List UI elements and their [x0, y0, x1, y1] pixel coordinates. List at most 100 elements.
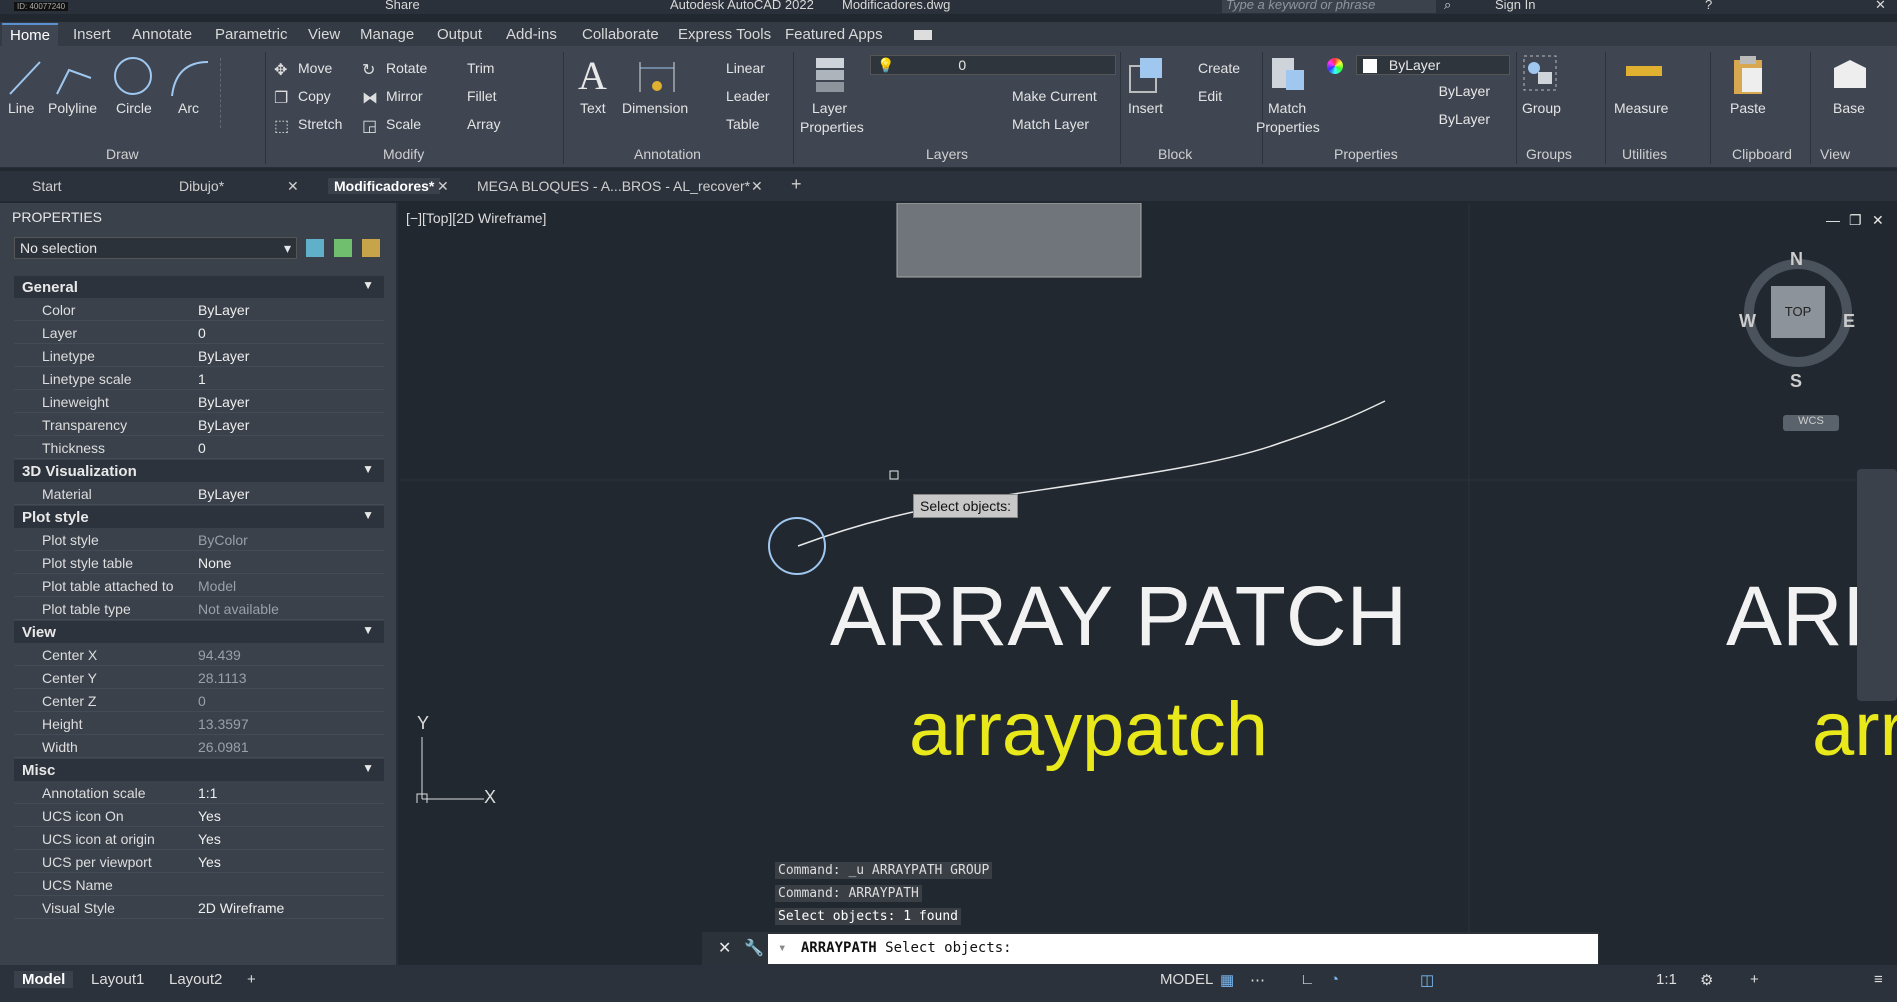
tab-output[interactable]: Output: [437, 26, 482, 43]
match-properties-icon[interactable]: [1268, 54, 1308, 94]
property-value[interactable]: 0: [198, 440, 206, 456]
customize-wrench-icon[interactable]: 🔧: [744, 938, 764, 958]
property-value[interactable]: ByLayer: [198, 486, 249, 502]
property-row[interactable]: Layer 0: [14, 322, 384, 344]
tab-manage[interactable]: Manage: [360, 26, 414, 43]
compass-north[interactable]: N: [1790, 249, 1803, 270]
property-value[interactable]: Not available: [198, 601, 279, 617]
make-current-button[interactable]: Make Current: [1012, 88, 1097, 104]
edit-block-button[interactable]: Edit: [1198, 88, 1222, 104]
gear-icon[interactable]: ⚙: [1700, 971, 1713, 989]
arc-button[interactable]: Arc: [178, 100, 199, 116]
mirror-button[interactable]: Mirror: [386, 88, 423, 104]
annotation-scale-label[interactable]: 1:1: [1656, 971, 1677, 988]
selection-dropdown[interactable]: No selection ▾: [14, 237, 297, 259]
property-row[interactable]: Plot table type Not available: [14, 598, 384, 620]
close-viewport-icon[interactable]: ✕: [1872, 212, 1884, 229]
property-row[interactable]: Center X 94.439: [14, 644, 384, 666]
sign-in-button[interactable]: Sign In: [1495, 0, 1535, 12]
layout-tab-model[interactable]: Model: [14, 971, 74, 988]
property-value[interactable]: 26.0981: [198, 739, 249, 755]
snap-icon[interactable]: ⋯: [1250, 971, 1265, 989]
tab-home[interactable]: Home: [2, 23, 59, 46]
osnap-icon[interactable]: ◫: [1420, 971, 1434, 989]
polar-icon[interactable]: ◔: [1330, 971, 1339, 988]
close-tab-icon[interactable]: ✕: [751, 178, 763, 195]
drawing-canvas[interactable]: ARRAY PATCH arraypatch ARR arr Select ob…: [400, 203, 1897, 965]
view-group-label[interactable]: View: [1820, 146, 1850, 162]
close-window-icon[interactable]: ✕: [1875, 0, 1886, 13]
dimension-button[interactable]: Dimension: [622, 100, 688, 116]
line-button[interactable]: Line: [8, 100, 34, 116]
grip-square[interactable]: [889, 470, 899, 480]
tab-featured-apps[interactable]: Featured Apps: [785, 26, 883, 43]
property-value[interactable]: Yes: [198, 854, 221, 870]
tab-insert[interactable]: Insert: [73, 26, 111, 43]
insert-button[interactable]: Insert: [1128, 100, 1163, 116]
property-row[interactable]: Linetype scale 1: [14, 368, 384, 390]
customize-icon[interactable]: ≡: [1874, 971, 1883, 988]
property-value[interactable]: None: [198, 555, 231, 571]
fillet-button[interactable]: Fillet: [467, 88, 497, 104]
linear-button[interactable]: Linear: [726, 60, 765, 76]
block-group-label[interactable]: Block: [1158, 146, 1192, 162]
stretch-button[interactable]: Stretch: [298, 116, 342, 132]
draw-group-label[interactable]: Draw: [106, 146, 139, 162]
property-value[interactable]: ByColor: [198, 532, 248, 548]
measure-button[interactable]: Measure: [1614, 100, 1668, 116]
property-row[interactable]: Transparency ByLayer: [14, 414, 384, 436]
compass-south[interactable]: S: [1790, 371, 1802, 392]
close-tab-icon[interactable]: ✕: [287, 178, 299, 195]
color-wheel-icon[interactable]: [1327, 58, 1343, 74]
property-value[interactable]: 0: [198, 693, 206, 709]
property-value[interactable]: ByLayer: [198, 348, 249, 364]
annotation-group-label[interactable]: Annotation: [634, 146, 701, 162]
match-properties-label-1[interactable]: Match: [1268, 100, 1306, 116]
circle-button[interactable]: Circle: [116, 100, 152, 116]
share-button[interactable]: Share: [385, 0, 420, 12]
draw-small-tools[interactable]: [220, 58, 250, 128]
tab-add-ins[interactable]: Add-ins: [506, 26, 557, 43]
modify-group-label[interactable]: Modify: [383, 146, 424, 162]
match-layer-button[interactable]: Match Layer: [1012, 116, 1089, 132]
insert-icon[interactable]: [1126, 56, 1166, 96]
property-value[interactable]: 0: [198, 325, 206, 341]
property-value[interactable]: ByLayer: [198, 394, 249, 410]
drawing-area[interactable]: ARRAY PATCH arraypatch ARR arr: [400, 203, 1897, 965]
wcs-dropdown[interactable]: WCS: [1783, 415, 1839, 431]
rotate-button[interactable]: Rotate: [386, 60, 427, 76]
property-value[interactable]: 28.1113: [198, 670, 247, 686]
property-value[interactable]: Yes: [198, 808, 221, 824]
table-button[interactable]: Table: [726, 116, 759, 132]
property-row[interactable]: UCS icon at origin Yes: [14, 828, 384, 850]
utilities-group-label[interactable]: Utilities: [1622, 146, 1667, 162]
property-value[interactable]: ByLayer: [198, 302, 249, 318]
layout-tab-layout2[interactable]: Layout2: [169, 971, 222, 988]
layer-properties-label-2[interactable]: Properties: [800, 119, 864, 135]
search-icon[interactable]: ⌕: [1444, 0, 1451, 13]
collapse-icon[interactable]: ▼: [362, 462, 374, 476]
minimize-viewport-icon[interactable]: —: [1826, 212, 1840, 228]
layer-properties-label-1[interactable]: Layer: [812, 100, 847, 116]
property-row[interactable]: Color ByLayer: [14, 299, 384, 321]
group-icon[interactable]: [1522, 54, 1558, 94]
path-curve[interactable]: [797, 400, 1386, 547]
trim-button[interactable]: Trim: [467, 60, 494, 76]
clipboard-group-label[interactable]: Clipboard: [1732, 146, 1792, 162]
copy-button[interactable]: Copy: [298, 88, 331, 104]
property-value[interactable]: 2D Wireframe: [198, 900, 284, 916]
lineweight-dropdown[interactable]: ByLayer: [1350, 111, 1510, 131]
property-row[interactable]: UCS Name: [14, 874, 384, 896]
gray-rectangle[interactable]: [896, 203, 1142, 278]
match-properties-label-2[interactable]: Properties: [1256, 119, 1320, 135]
property-value[interactable]: Yes: [198, 831, 221, 847]
section-plot-style[interactable]: Plot style ▼: [14, 506, 384, 528]
measure-icon[interactable]: [1626, 66, 1662, 76]
property-row[interactable]: UCS per viewport Yes: [14, 851, 384, 873]
doc-tab-mega-bloques[interactable]: MEGA BLOQUES - A...BROS - AL_recover*: [477, 178, 750, 194]
layout-tab-layout1[interactable]: Layout1: [91, 971, 144, 988]
collapse-icon[interactable]: ▼: [362, 761, 374, 775]
model-space-button[interactable]: MODEL: [1160, 971, 1213, 988]
search-input[interactable]: Type a keyword or phrase: [1222, 0, 1436, 13]
help-icon[interactable]: ?: [1705, 0, 1712, 12]
